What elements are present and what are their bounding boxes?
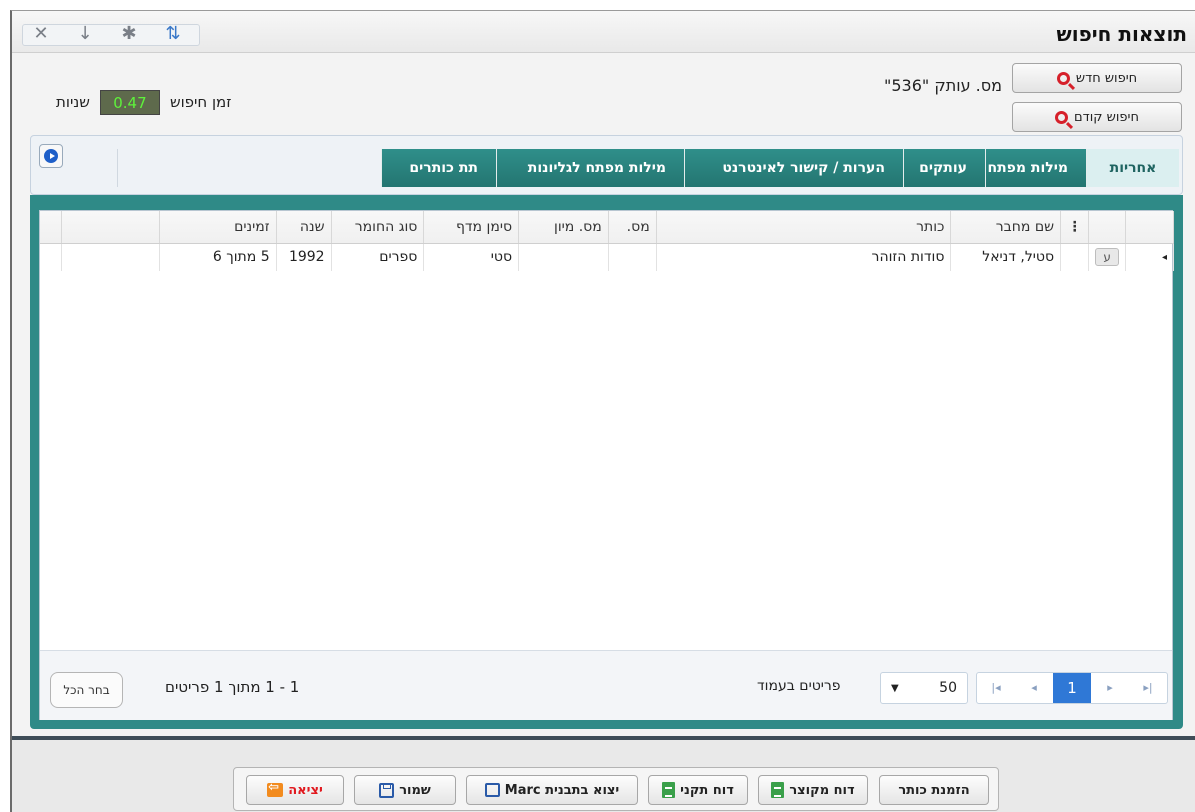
short-report-button[interactable]: דוח מקוצר: [758, 775, 868, 805]
pager-info: 1 - 1 מתוך 1 פריטים: [165, 678, 300, 696]
window-toolbar: ✕ ↓ ✱ ⇅: [22, 22, 200, 46]
tab-subtitles[interactable]: תת כותרים: [381, 149, 496, 187]
cell-badge: ע: [1088, 243, 1127, 271]
results-frame: זמינים שנה סוג החומר סימן מדף מס. מיון מ…: [30, 195, 1183, 729]
bottom-toolbar: הזמנת כותר דוח מקוצר דוח תקני יצוא בתבני…: [12, 736, 1195, 812]
header-available[interactable]: זמינים: [159, 211, 277, 244]
cell-available: 5 מתוך 6: [159, 243, 277, 271]
cell-author: סטיל, דניאל: [950, 243, 1062, 271]
order-title-button[interactable]: הזמנת כותר: [879, 775, 989, 805]
save-icon: [379, 782, 395, 798]
column-menu-icon[interactable]: ⋮: [1060, 211, 1090, 244]
tab-keywords[interactable]: מילות מפתח: [985, 149, 1086, 187]
export-marc-button[interactable]: יצוא בתבנית Marc: [466, 775, 638, 805]
tab-sheet-keywords[interactable]: מילות מפתח לגליונות: [496, 149, 684, 187]
page-size-value: 50: [939, 680, 957, 696]
results-table: זמינים שנה סוג החומר סימן מדף מס. מיון מ…: [40, 211, 1174, 271]
table-header: זמינים שנה סוג החומר סימן מדף מס. מיון מ…: [40, 211, 1174, 244]
search-icon: [1055, 110, 1069, 124]
expand-arrow-icon[interactable]: ◂: [1125, 243, 1174, 271]
search-time: זמן חיפוש 0.47 שניות: [56, 89, 232, 115]
pager-bar: בחר הכל 1 - 1 מתוך 1 פריטים פריטים בעמוד…: [40, 650, 1172, 720]
header-year[interactable]: שנה: [276, 211, 332, 244]
header-spacer: [40, 211, 63, 244]
short-report-label: דוח מקוצר: [789, 782, 855, 798]
cell-num: [608, 243, 657, 271]
results-grid-area: זמינים שנה סוג החומר סימן מדף מס. מיון מ…: [39, 210, 1174, 720]
title-bar: ✕ ↓ ✱ ⇅ תוצאות חיפוש: [12, 11, 1195, 53]
play-icon[interactable]: [39, 144, 63, 168]
sort-icon[interactable]: ⇅: [161, 22, 185, 46]
standard-report-button[interactable]: דוח תקני: [648, 775, 748, 805]
page-size-select[interactable]: ▼ 50: [880, 672, 968, 704]
tabs-strip: אחריות מילות מפתח עותקים הערות / קישור ל…: [381, 149, 1179, 187]
cell-title: סודות הזוהר: [656, 243, 952, 271]
save-label: שמור: [399, 782, 431, 798]
header-class-num[interactable]: מס. מיון: [518, 211, 609, 244]
cell-menu: [1060, 243, 1090, 271]
tab-copies[interactable]: עותקים: [903, 149, 985, 187]
cell-material: ספרים: [331, 243, 425, 271]
header-extra: [61, 211, 160, 244]
header-num[interactable]: מס.: [608, 211, 657, 244]
document-icon: [662, 782, 676, 798]
header-author[interactable]: שם מחבר: [950, 211, 1062, 244]
page-size-label: פריטים בעמוד: [757, 678, 841, 694]
document-icon: [771, 782, 785, 798]
page-navigation: |◂ ◂ 1 ▸ ▸|: [976, 672, 1168, 704]
previous-page-icon[interactable]: ◂: [1015, 673, 1053, 703]
tab-notes-links[interactable]: הערות / קישור לאינטרנט: [684, 149, 903, 187]
search-query: מס. עותק "536": [883, 76, 1002, 95]
next-page-icon[interactable]: ▸: [1091, 673, 1129, 703]
previous-search-label: חיפוש קודם: [1074, 109, 1139, 125]
previous-search-button[interactable]: חיפוש קודם: [1012, 102, 1182, 132]
cell-year: 1992: [276, 243, 332, 271]
header-expand: [1125, 211, 1174, 244]
header-title[interactable]: כותר: [656, 211, 952, 244]
tab-panel: אחריות מילות מפתח עותקים הערות / קישור ל…: [30, 135, 1183, 195]
search-time-value: 0.47: [99, 89, 160, 115]
tab-responsibility[interactable]: אחריות: [1086, 149, 1179, 187]
last-page-icon[interactable]: ▸|: [1129, 673, 1167, 703]
search-info: חיפוש חדש חיפוש קודם מס. עותק "536" זמן …: [12, 53, 1195, 141]
header-badge: [1088, 211, 1127, 244]
search-icon: [1056, 71, 1070, 85]
current-page-button[interactable]: 1: [1053, 673, 1091, 703]
tab-spacer: [117, 149, 317, 187]
cell-class-num: [518, 243, 609, 271]
exit-label: יציאה: [288, 782, 323, 798]
order-title-label: הזמנת כותר: [898, 782, 970, 798]
export-marc-label: יצוא בתבנית Marc: [504, 782, 620, 798]
new-search-label: חיפוש חדש: [1075, 70, 1138, 86]
action-bar: הזמנת כותר דוח מקוצר דוח תקני יצוא בתבני…: [233, 767, 999, 811]
select-all-button[interactable]: בחר הכל: [50, 672, 123, 708]
export-icon: [484, 783, 500, 797]
exit-button[interactable]: יציאה: [246, 775, 344, 805]
new-search-button[interactable]: חיפוש חדש: [1012, 63, 1182, 93]
save-button[interactable]: שמור: [354, 775, 456, 805]
close-icon[interactable]: ✕: [29, 22, 53, 46]
exit-icon: [267, 780, 284, 797]
download-icon[interactable]: ↓: [73, 22, 97, 46]
search-time-unit: שניות: [56, 93, 90, 111]
row-spacer: [40, 243, 63, 271]
header-shelf[interactable]: סימן מדף: [423, 211, 520, 244]
search-time-label: זמן חיפוש: [169, 93, 232, 111]
cell-shelf: סטי: [423, 243, 520, 271]
item-type-badge[interactable]: ע: [1095, 248, 1120, 267]
table-row[interactable]: 5 מתוך 6 1992 ספרים סטי סודות הזוהר סטיל…: [40, 243, 1174, 271]
dropdown-arrow-icon: ▼: [891, 682, 899, 694]
header-material[interactable]: סוג החומר: [331, 211, 425, 244]
first-page-icon[interactable]: |◂: [977, 673, 1015, 703]
page-title: תוצאות חיפוש: [1056, 22, 1187, 46]
standard-report-label: דוח תקני: [680, 782, 734, 798]
settings-icon[interactable]: ✱: [117, 22, 141, 46]
search-results-window: ✕ ↓ ✱ ⇅ תוצאות חיפוש חיפוש חדש חיפוש קוד…: [10, 10, 1195, 812]
row-extra: [61, 243, 160, 271]
